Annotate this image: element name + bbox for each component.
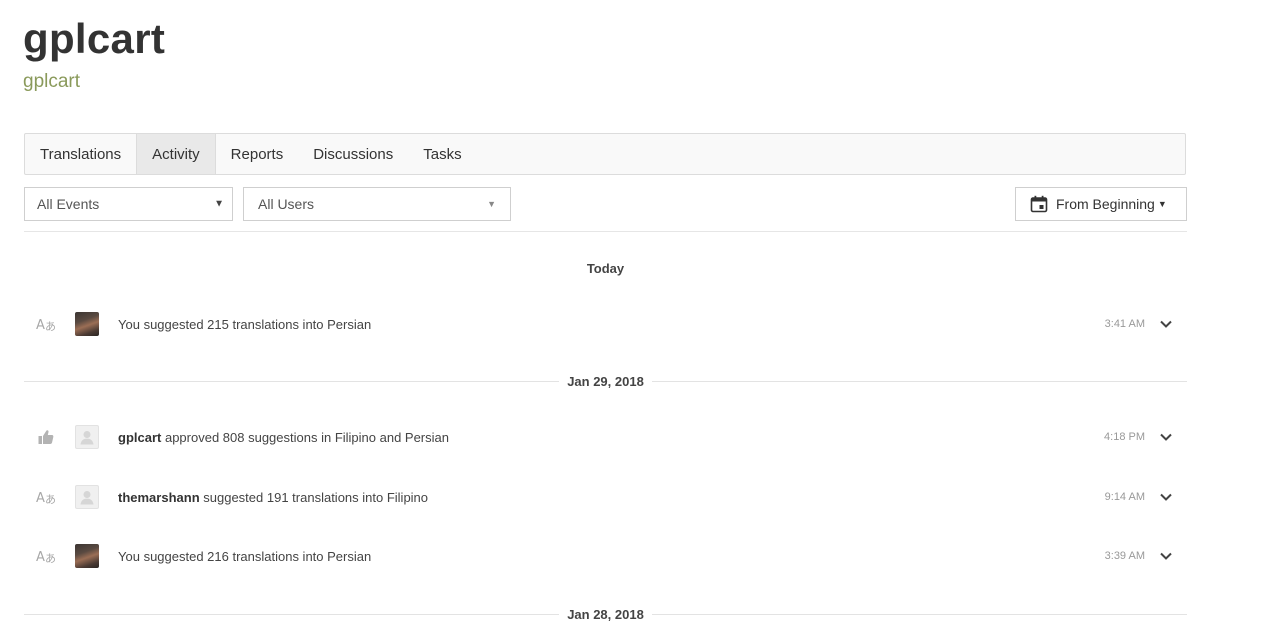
svg-text:A: A [36,550,45,564]
date-range-button[interactable]: From Beginning ▼ [1015,187,1187,221]
tab-reports[interactable]: Reports [216,134,299,174]
date-range-label: From Beginning [1056,196,1155,212]
activity-row: gplcart approved 808 suggestions in Fili… [24,422,1187,452]
tab-discussions[interactable]: Discussions [298,134,408,174]
activity-action: approved 808 suggestions in Filipino and… [164,429,449,445]
activity-action: suggested 216 translations into Persian [143,548,372,564]
chevron-down-icon[interactable] [1159,430,1173,444]
user-avatar[interactable] [75,425,99,449]
date-header-label: Jan 29, 2018 [559,373,652,389]
chevron-down-icon[interactable] [1159,490,1173,504]
date-header-label: Jan 28, 2018 [559,606,652,622]
events-filter-value: All Events [37,196,100,212]
activity-time: 9:14 AM [1104,491,1145,503]
date-header-jan-29: Jan 29, 2018 [24,371,1187,391]
svg-text:A: A [36,491,45,505]
project-subtitle[interactable]: gplcart [23,69,80,95]
filters-divider [24,231,1187,232]
chevron-down-icon[interactable] [1159,549,1173,563]
users-filter-select[interactable]: All Users ▼ [243,187,511,221]
activity-description: You suggested 215 translations into Pers… [118,317,371,332]
translate-icon: Aあ [36,487,56,507]
activity-time: 3:41 AM [1104,318,1145,330]
translate-icon: Aあ [36,546,56,566]
activity-time: 4:18 PM [1104,431,1145,443]
date-header-label: Today [578,260,633,276]
activity-action: suggested 191 translations into Filipino [203,489,429,505]
svg-text:あ: あ [45,552,56,564]
activity-row: Aあ themarshann suggested 191 translation… [24,482,1187,512]
activity-description: You suggested 216 translations into Pers… [118,549,371,564]
project-title: gplcart [23,15,166,62]
activity-user[interactable]: gplcart [118,430,161,445]
user-avatar[interactable] [75,544,99,568]
activity-description: themarshann suggested 191 translations i… [118,490,428,505]
calendar-icon [1030,195,1048,213]
tab-translations[interactable]: Translations [25,134,136,174]
caret-down-icon: ▼ [1157,199,1167,209]
events-filter-select[interactable]: All Events ▼ [24,187,233,221]
project-tabs: Translations Activity Reports Discussion… [24,133,1186,175]
activity-user: You [118,316,140,332]
svg-text:A: A [36,318,45,332]
activity-row: Aあ You suggested 215 translations into P… [24,309,1187,339]
activity-action: suggested 215 translations into Persian [143,316,372,332]
page: gplcart gplcart Translations Activity Re… [0,0,1280,627]
user-avatar[interactable] [75,312,99,336]
chevron-down-icon[interactable] [1159,317,1173,331]
svg-text:あ: あ [45,320,56,332]
activity-user[interactable]: themarshann [118,490,200,505]
translate-icon: Aあ [36,314,56,334]
svg-text:あ: あ [45,493,56,505]
caret-down-icon: ▼ [487,199,496,209]
users-filter-value: All Users [258,196,315,212]
tab-activity[interactable]: Activity [136,134,216,174]
activity-user: You [118,548,140,564]
activity-time: 3:39 AM [1104,550,1145,562]
activity-description: gplcart approved 808 suggestions in Fili… [118,430,449,445]
date-header-today: Today [24,258,1187,278]
activity-row: Aあ You suggested 216 translations into P… [24,541,1187,571]
tab-tasks[interactable]: Tasks [408,134,476,174]
user-avatar[interactable] [75,485,99,509]
thumbs-up-icon [36,427,56,447]
caret-down-icon: ▼ [214,198,224,210]
date-header-jan-28: Jan 28, 2018 [24,604,1187,624]
